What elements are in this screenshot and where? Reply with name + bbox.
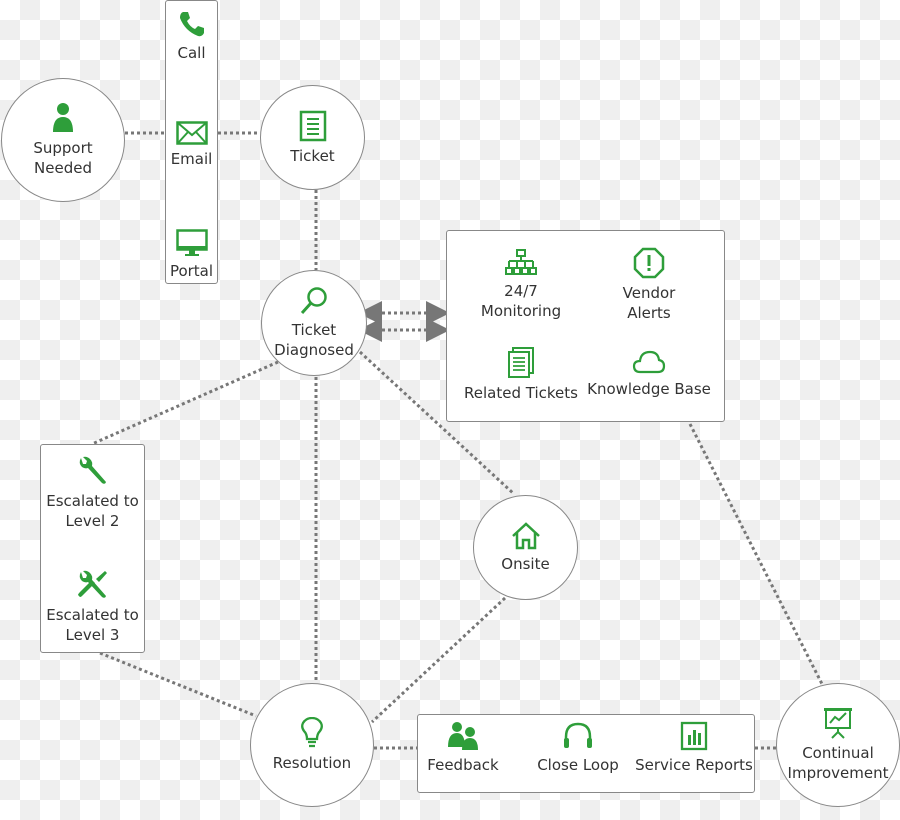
wrench-icon bbox=[79, 456, 106, 484]
node-ticket: Ticket bbox=[260, 85, 365, 190]
escalation-level-2: Escalated to Level 2 bbox=[41, 455, 144, 531]
followup-label: Close Loop bbox=[537, 756, 619, 774]
channel-email: Email bbox=[166, 121, 217, 169]
headphones-icon bbox=[564, 722, 592, 748]
channels-box: Call Email Portal bbox=[165, 0, 218, 284]
node-label: Ticket bbox=[290, 146, 335, 165]
bar-report-icon bbox=[680, 721, 708, 751]
resource-label: Related Tickets bbox=[464, 384, 578, 402]
person-icon bbox=[53, 103, 73, 132]
node-onsite: Onsite bbox=[473, 495, 578, 600]
escalation-level-3: Escalated to Level 3 bbox=[41, 569, 144, 645]
magnifier-icon bbox=[300, 287, 327, 315]
escalation-label: Escalated to Level 2 bbox=[46, 492, 139, 530]
escalation-box: Escalated to Level 2 Escalated to Level … bbox=[40, 444, 145, 653]
node-label: Ticket Diagnosed bbox=[274, 321, 354, 359]
tools-icon bbox=[77, 570, 107, 598]
channel-label: Portal bbox=[169, 262, 214, 280]
channel-call: Call bbox=[166, 9, 217, 63]
monitor-icon bbox=[175, 229, 208, 256]
phone-icon bbox=[179, 12, 204, 37]
resource-label: Knowledge Base bbox=[587, 380, 711, 398]
line-onsite-resolution bbox=[370, 596, 507, 724]
hierarchy-icon bbox=[505, 249, 537, 275]
resources-box: 24/7 Monitoring Vendor Alerts Related Ti… bbox=[446, 230, 725, 422]
lightbulb-icon bbox=[301, 717, 323, 748]
node-label: Onsite bbox=[501, 554, 550, 573]
node-label: Support Needed bbox=[33, 139, 93, 177]
users-icon bbox=[448, 722, 478, 750]
resource-label: Vendor Alerts bbox=[622, 284, 676, 322]
documents-icon bbox=[508, 347, 534, 378]
channel-label: Call bbox=[177, 44, 206, 62]
alert-octagon-icon bbox=[633, 247, 665, 279]
cloud-icon bbox=[632, 350, 666, 374]
followup-close-loop: Close Loop bbox=[528, 721, 628, 775]
line-resources-improvement bbox=[688, 423, 824, 685]
followup-label: Feedback bbox=[427, 756, 499, 774]
resource-vendor-alerts: Vendor Alerts bbox=[589, 247, 709, 323]
node-ticket-diagnosed: Ticket Diagnosed bbox=[261, 270, 367, 376]
followups-box: Feedback Close Loop Service Reports bbox=[417, 714, 755, 793]
node-support-needed: Support Needed bbox=[1, 78, 125, 202]
channel-portal: Portal bbox=[166, 229, 217, 281]
envelope-icon bbox=[175, 121, 208, 145]
house-icon bbox=[511, 521, 540, 549]
node-continual-improvement: Continual Improvement bbox=[776, 683, 900, 807]
presentation-chart-icon bbox=[824, 708, 852, 739]
followup-feedback: Feedback bbox=[418, 721, 508, 775]
resource-knowledge-base: Knowledge Base bbox=[579, 349, 719, 399]
resource-monitoring: 24/7 Monitoring bbox=[461, 249, 581, 321]
channel-label: Email bbox=[170, 150, 213, 168]
node-label: Continual Improvement bbox=[787, 744, 889, 782]
line-diagnosed-escalation bbox=[91, 360, 279, 446]
resource-related-tickets: Related Tickets bbox=[461, 347, 581, 403]
node-resolution: Resolution bbox=[250, 683, 374, 807]
node-label: Resolution bbox=[272, 754, 352, 772]
document-icon bbox=[299, 110, 326, 141]
followup-label: Service Reports bbox=[635, 756, 753, 774]
line-escalation-resolution bbox=[99, 651, 257, 718]
followup-service-reports: Service Reports bbox=[634, 721, 754, 775]
resource-label: 24/7 Monitoring bbox=[480, 282, 562, 320]
escalation-label: Escalated to Level 3 bbox=[46, 606, 139, 644]
